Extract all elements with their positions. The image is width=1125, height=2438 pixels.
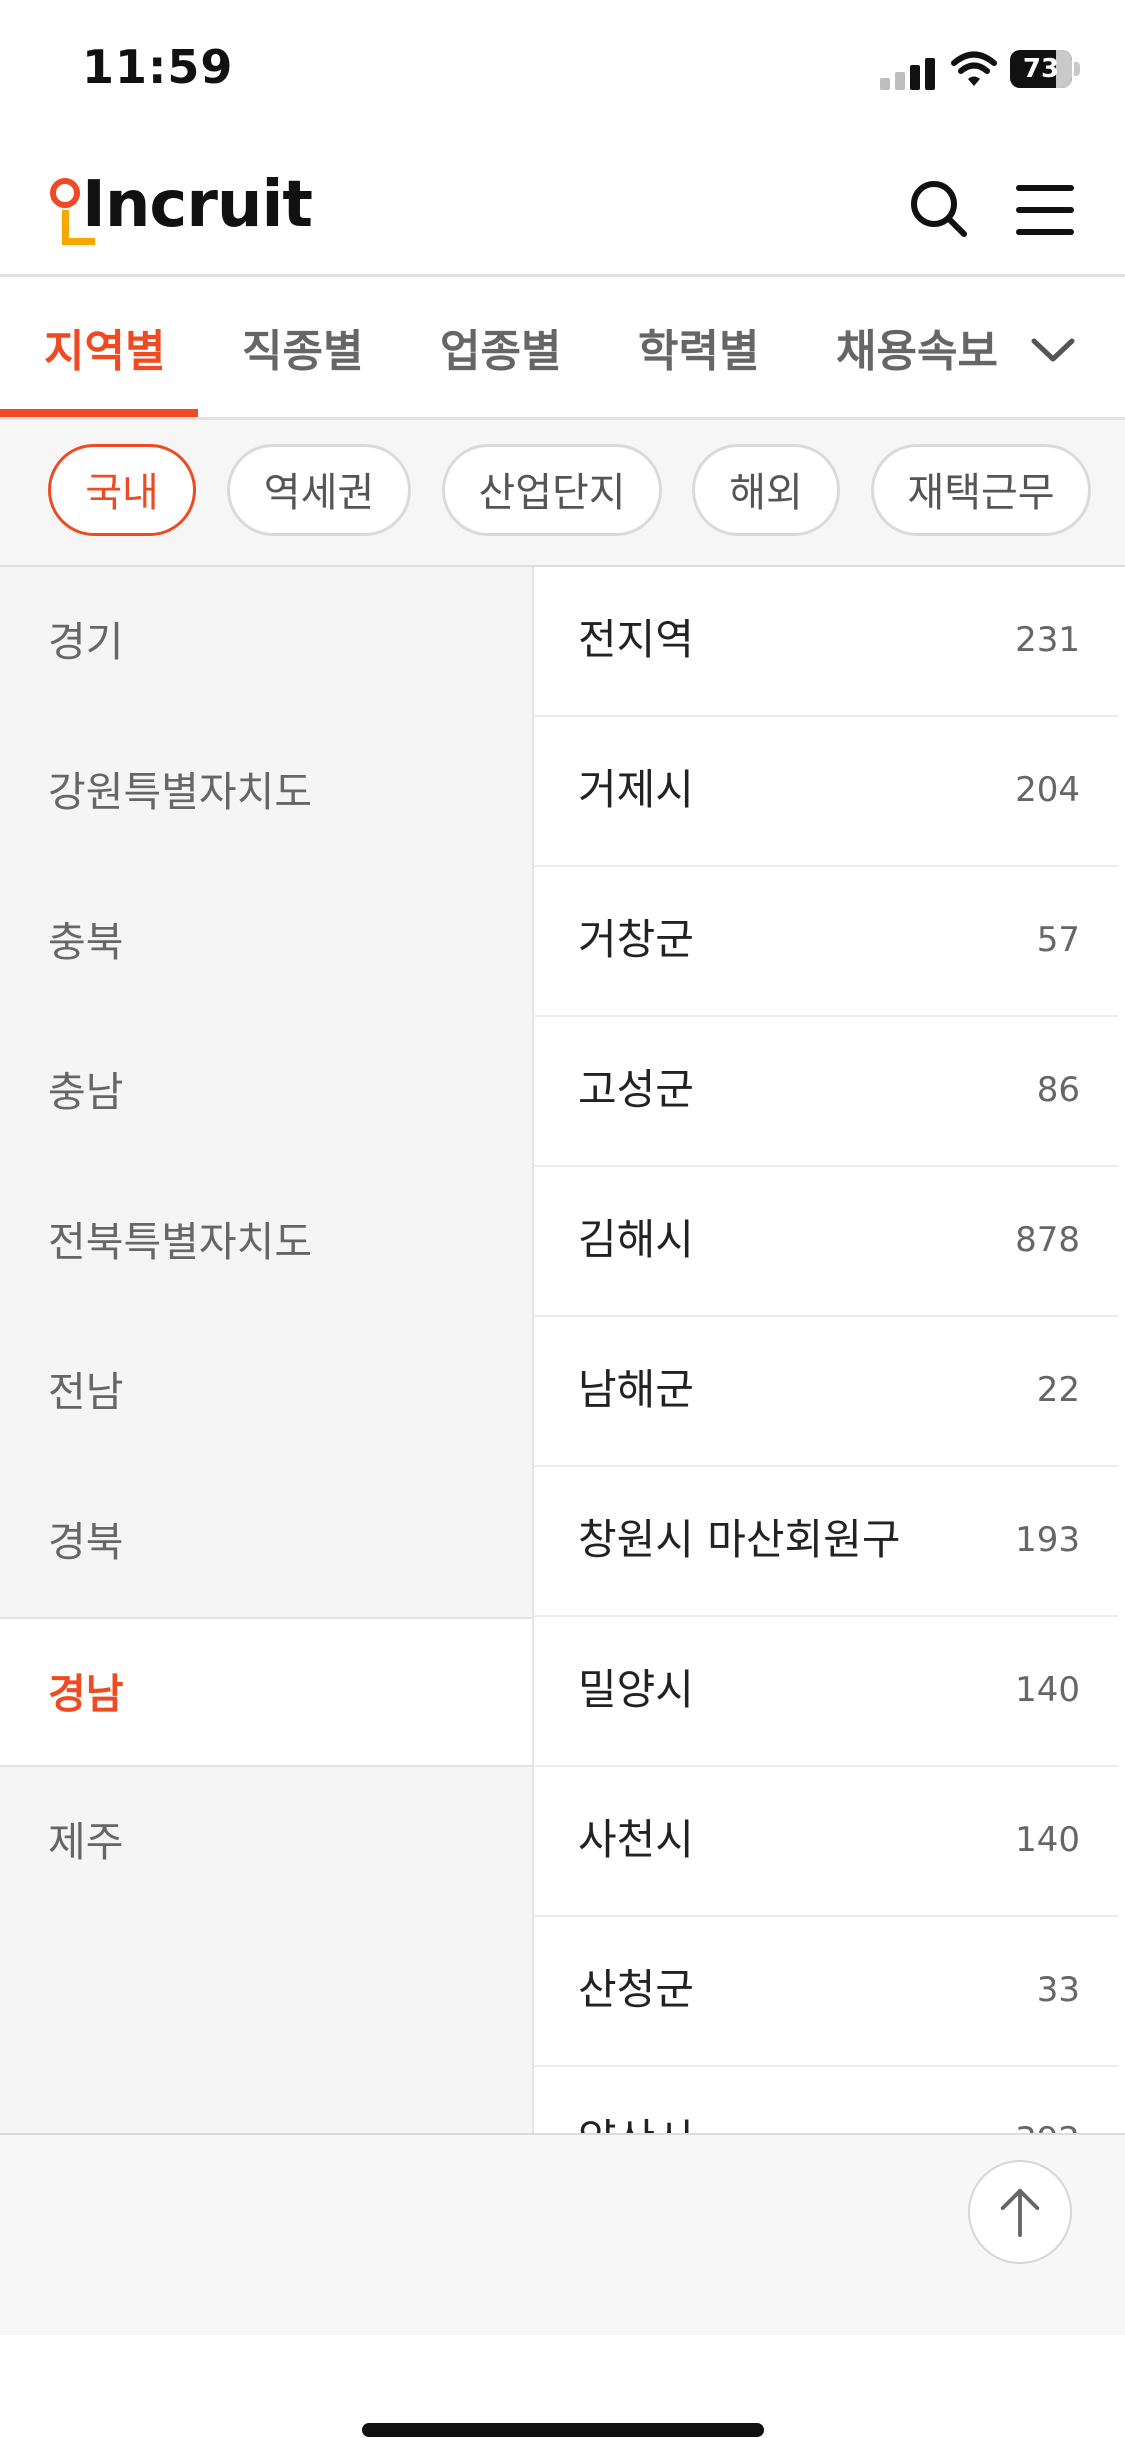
battery-cap [1074, 62, 1080, 76]
city-job-count: 878 [1015, 1220, 1080, 1260]
incruit-logo[interactable]: Incruit [46, 168, 313, 248]
region-item-chungbuk[interactable]: 충북 [0, 867, 532, 1017]
active-tab-indicator [0, 409, 198, 417]
battery-icon: 73 [1010, 50, 1080, 88]
region-item-jeju[interactable]: 제주 [0, 1767, 532, 1917]
city-name: 산청군 [578, 1965, 694, 2014]
city-job-count: 231 [1015, 620, 1080, 660]
city-name: 전지역 [578, 615, 694, 664]
city-list: 전지역 231 거제시 204 거창군 57 고성군 86 김해시 878 남해… [534, 567, 1125, 2133]
city-job-count: 392 [1015, 2067, 1080, 2133]
city-row[interactable]: 사천시 140 [534, 1767, 1118, 1917]
home-indicator[interactable] [362, 2423, 764, 2437]
region-list: 세종 경기 강원특별자치도 충북 충남 전북특별자치도 전남 경북 경남 제주 [0, 567, 534, 2133]
city-job-count: 204 [1015, 770, 1080, 810]
city-name: 거제시 [578, 765, 694, 814]
hamburger-menu-icon[interactable] [1005, 170, 1085, 250]
city-job-count: 33 [1036, 1970, 1080, 2010]
chip-remote-work[interactable]: 재택근무 [871, 444, 1091, 536]
arrow-up-icon[interactable] [968, 2160, 1072, 2264]
search-icon[interactable] [900, 170, 980, 250]
city-name: 사천시 [578, 1815, 694, 1864]
region-item-gyeongbuk[interactable]: 경북 [0, 1467, 532, 1617]
city-name: 거창군 [578, 915, 694, 964]
chip-industrial-complex[interactable]: 산업단지 [442, 444, 662, 536]
city-row[interactable]: 거창군 57 [534, 867, 1118, 1017]
tab-region[interactable]: 지역별 [44, 315, 165, 379]
status-bar: 11:59 73 [0, 0, 1125, 140]
city-row[interactable]: 밀양시 140 [534, 1617, 1118, 1767]
city-job-count: 193 [1015, 1520, 1080, 1560]
category-tab-bar: 지역별 직종별 업종별 학력별 채용속보 [0, 277, 1125, 420]
region-item-gangwon[interactable]: 강원특별자치도 [0, 717, 532, 867]
city-row[interactable]: 고성군 86 [534, 1017, 1118, 1167]
chip-station-area[interactable]: 역세권 [227, 444, 411, 536]
city-name: 고성군 [578, 1065, 694, 1114]
status-time: 11:59 [82, 40, 234, 94]
tab-breaking-jobs[interactable]: 채용속보 [836, 315, 998, 379]
app-header: Incruit [0, 140, 1125, 277]
city-row[interactable]: 거제시 204 [534, 717, 1118, 867]
bottom-area [0, 2133, 1125, 2438]
region-item-jeonnam[interactable]: 전남 [0, 1317, 532, 1467]
tab-job-type[interactable]: 직종별 [242, 315, 363, 379]
logo-dot-icon [50, 178, 80, 208]
city-row[interactable]: 산청군 33 [534, 1917, 1118, 2067]
city-job-count: 57 [1036, 920, 1080, 960]
region-item-gyeongnam[interactable]: 경남 [0, 1617, 532, 1767]
chip-overseas[interactable]: 해외 [692, 444, 840, 536]
battery-level: 73 [1022, 54, 1060, 84]
region-item-gyeonggi[interactable]: 경기 [0, 567, 532, 717]
city-name: 창원시 마산회원구 [578, 1515, 901, 1564]
battery-body: 73 [1010, 50, 1072, 88]
city-row[interactable]: 김해시 878 [534, 1167, 1118, 1317]
city-row[interactable]: 남해군 22 [534, 1317, 1118, 1467]
region-item-jeonbuk[interactable]: 전북특별자치도 [0, 1167, 532, 1317]
city-job-count: 140 [1015, 1670, 1080, 1710]
city-name: 밀양시 [578, 1665, 694, 1714]
city-row[interactable]: 창원시 마산회원구 193 [534, 1467, 1118, 1617]
logo-text: Incruit [82, 168, 313, 242]
wifi-icon [951, 51, 997, 86]
city-job-count: 86 [1036, 1070, 1080, 1110]
city-name: 김해시 [578, 1215, 694, 1264]
tab-education[interactable]: 학력별 [638, 315, 759, 379]
region-type-chip-bar: 국내 역세권 산업단지 해외 재택근무 [0, 420, 1125, 567]
chevron-down-icon[interactable] [1020, 317, 1086, 383]
cellular-signal-icon [880, 58, 935, 90]
city-name: 양산시 [578, 2067, 694, 2133]
city-row[interactable]: 전지역 231 [534, 567, 1118, 717]
city-row[interactable]: 양산시 392 [534, 2067, 1118, 2133]
home-indicator-area [0, 2335, 1125, 2438]
tab-industry[interactable]: 업종별 [440, 315, 561, 379]
city-name: 남해군 [578, 1365, 694, 1414]
chip-domestic[interactable]: 국내 [48, 444, 196, 536]
city-job-count: 140 [1015, 1820, 1080, 1860]
region-item-chungnam[interactable]: 충남 [0, 1017, 532, 1167]
city-job-count: 22 [1036, 1370, 1080, 1410]
